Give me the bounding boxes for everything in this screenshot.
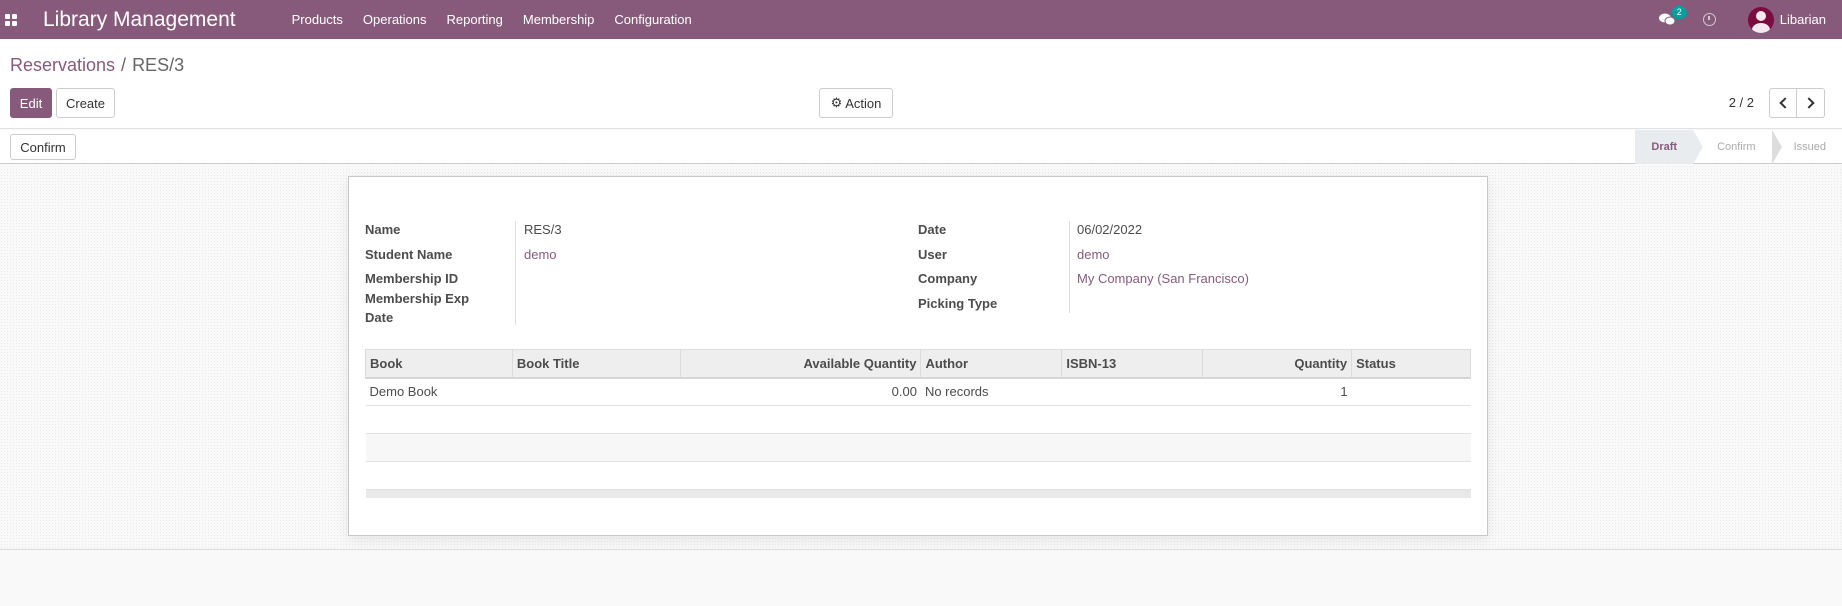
field-divider-right (1069, 221, 1070, 313)
breadcrumb-reservations[interactable]: Reservations (10, 55, 115, 75)
cell-status (1351, 377, 1471, 406)
value-name[interactable]: RES/3 (524, 222, 562, 237)
menu-operations[interactable]: Operations (363, 12, 427, 27)
statusbar: Confirm Draft Confirm Issued (0, 130, 1842, 164)
activity-clock-icon[interactable] (1702, 13, 1716, 26)
pager-next-button[interactable] (1797, 88, 1825, 118)
cell-book: Demo Book (365, 377, 513, 406)
label-membership-id: Membership ID (365, 271, 459, 286)
column-author[interactable]: Author (920, 349, 1063, 379)
label-user: User (918, 247, 947, 262)
avatar[interactable] (1747, 6, 1774, 33)
chevron-right-icon (1803, 97, 1815, 109)
cell-author: No records (920, 377, 1062, 406)
pager-previous-button[interactable] (1769, 88, 1797, 118)
table-empty-row (365, 433, 1471, 462)
table-empty-row (365, 461, 1471, 490)
reservation-lines-table: Book Book Title Available Quantity Autho… (365, 349, 1471, 498)
control-panel: Reservations / RES/3 Edit Create ⚙ Action … (0, 39, 1842, 129)
cell-available-quantity: 0.00 (680, 377, 921, 406)
field-divider-left (515, 221, 516, 325)
top-navbar: Library Management Products Operations R… (0, 0, 1842, 39)
app-brand[interactable]: Library Management (43, 8, 236, 32)
status-step-issued[interactable]: Issued (1771, 130, 1842, 164)
action-button-label: Action (845, 95, 882, 111)
column-available-quantity[interactable]: Available Quantity (679, 349, 922, 379)
column-quantity[interactable]: Quantity (1202, 349, 1353, 379)
status-steps: Draft Confirm Issued (1635, 130, 1842, 164)
apps-menu-icon[interactable] (5, 13, 19, 26)
menu-configuration[interactable]: Configuration (614, 12, 691, 27)
value-company[interactable]: My Company (San Francisco) (1077, 271, 1249, 286)
breadcrumb-current: RES/3 (132, 55, 185, 75)
value-date[interactable]: 06/02/2022 (1077, 222, 1142, 237)
label-name: Name (365, 222, 401, 237)
breadcrumb-separator: / (121, 55, 127, 75)
status-step-draft[interactable]: Draft (1635, 130, 1703, 164)
status-step-confirm[interactable]: Confirm (1693, 130, 1772, 164)
label-company: Company (918, 271, 978, 286)
confirm-button[interactable]: Confirm (10, 134, 76, 160)
breadcrumb: Reservations / RES/3 (10, 55, 184, 76)
table-footer (365, 489, 1471, 498)
chat-icon[interactable]: 2 (1658, 5, 1687, 27)
action-button[interactable]: ⚙ Action (819, 88, 893, 118)
cell-quantity: 1 (1202, 377, 1352, 406)
pager-value[interactable]: 2 / 2 (1729, 95, 1754, 110)
gear-icon: ⚙ (830, 95, 843, 110)
menu-products[interactable]: Products (292, 12, 343, 27)
chevron-left-icon (1778, 97, 1791, 109)
cell-book-title (512, 377, 681, 406)
user-menu-name[interactable]: Libarian (1780, 12, 1826, 27)
table-empty-row (365, 405, 1471, 434)
label-picking-type: Picking Type (918, 296, 998, 311)
label-date: Date (918, 222, 947, 237)
edit-button[interactable]: Edit (10, 88, 52, 118)
value-student-name[interactable]: demo (524, 247, 557, 262)
column-book-title[interactable]: Book Title (511, 349, 681, 379)
column-status[interactable]: Status (1351, 349, 1471, 379)
value-user[interactable]: demo (1077, 247, 1110, 262)
column-isbn-13[interactable]: ISBN-13 (1061, 349, 1204, 379)
table-header-row: Book Book Title Available Quantity Autho… (365, 349, 1471, 379)
label-membership-exp-date: Membership Exp Date (365, 291, 470, 325)
menu-reporting[interactable]: Reporting (447, 12, 503, 27)
cell-isbn (1061, 377, 1203, 406)
form-sheet: Name Student Name Membership ID Membersh… (348, 176, 1488, 536)
label-student-name: Student Name (365, 247, 453, 262)
create-button[interactable]: Create (56, 88, 115, 118)
chat-count-badge: 2 (1671, 5, 1687, 19)
table-row[interactable]: Demo Book 0.00 No records 1 (365, 377, 1471, 406)
menu-membership[interactable]: Membership (523, 12, 595, 27)
column-book[interactable]: Book (365, 349, 513, 379)
